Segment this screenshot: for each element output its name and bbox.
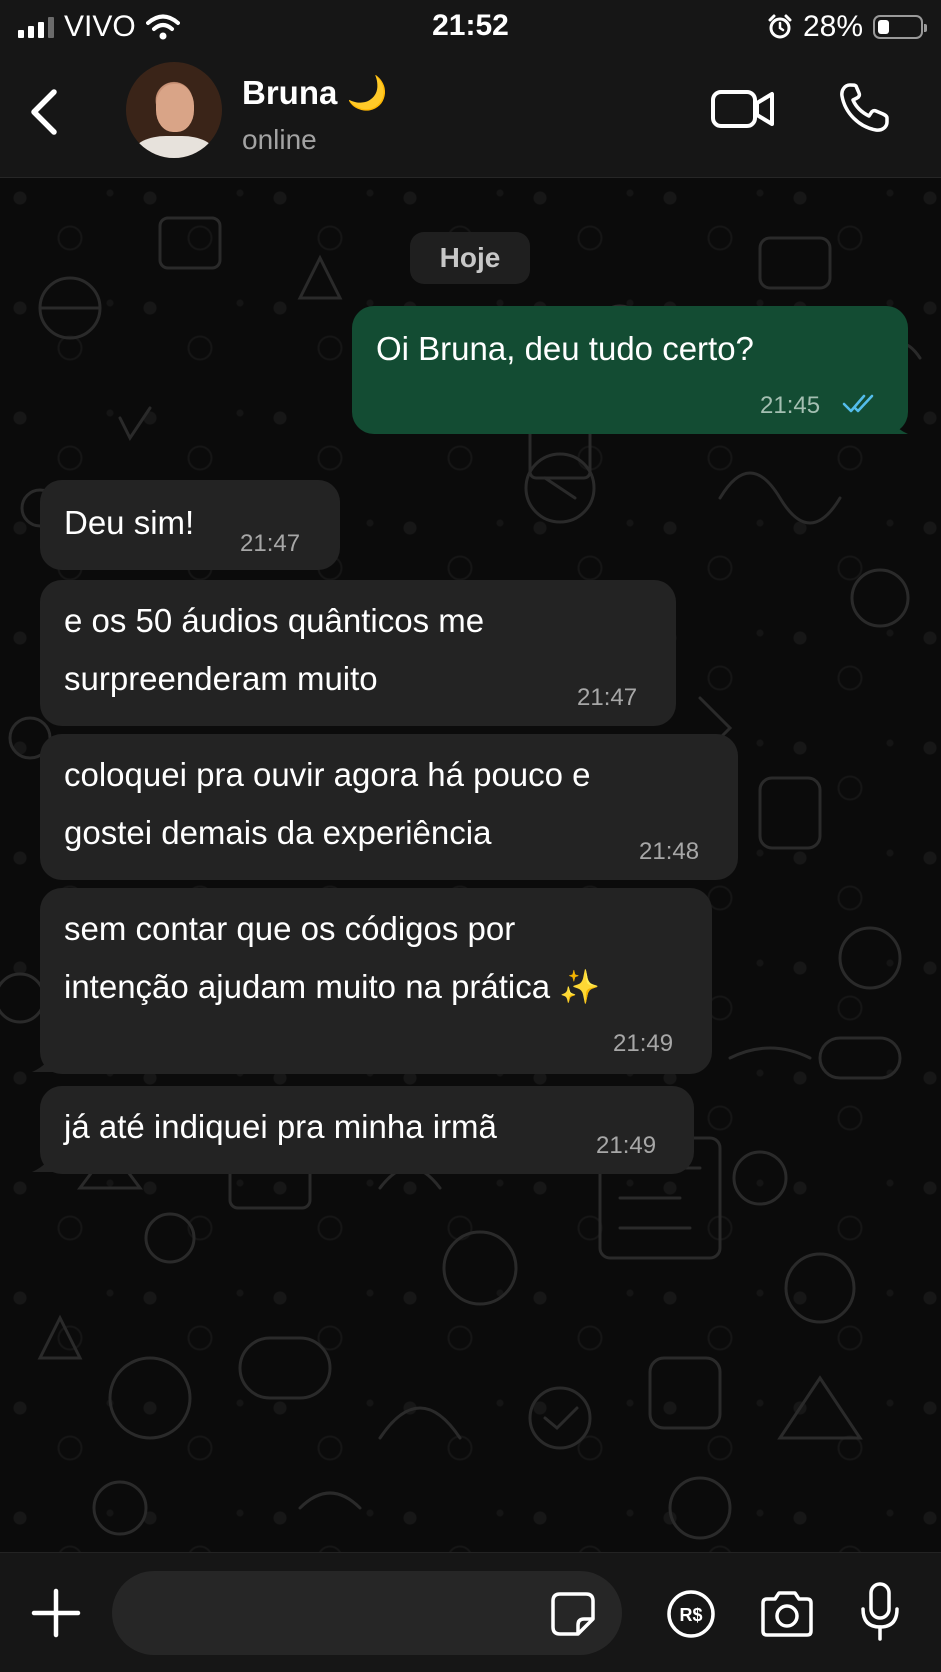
incoming-bubble-tail <box>32 1144 60 1172</box>
svg-text:R$: R$ <box>679 1605 702 1625</box>
message-bubble-incoming[interactable]: sem contar que os códigos por intenção a… <box>40 888 712 1074</box>
message-time: 21:49 <box>613 1030 674 1057</box>
message-text-line: sem contar que os códigos por <box>64 910 516 947</box>
chat-area[interactable]: Hoje Oi Bruna, deu tudo certo? 21:45 Deu… <box>0 178 941 1552</box>
message-text-line: e os 50 áudios quânticos me <box>64 602 485 639</box>
message-bubble-incoming[interactable]: coloquei pra ouvir agora há pouco e gost… <box>40 734 738 880</box>
message-composer: R$ <box>0 1552 941 1672</box>
status-bar: VIVO 21:52 28% <box>0 0 941 52</box>
message-text-line: gostei demais da experiência <box>64 814 492 851</box>
sticker-icon[interactable] <box>550 1591 596 1637</box>
status-right: 28% <box>767 10 927 44</box>
message-text-line: surpreenderam muito <box>64 660 378 697</box>
chevron-left-icon[interactable] <box>18 82 74 142</box>
contact-name[interactable]: Bruna 🌙 <box>242 74 388 113</box>
phone-icon[interactable] <box>836 80 892 136</box>
contact-status: online <box>242 124 317 155</box>
video-camera-icon[interactable] <box>710 84 776 134</box>
battery-icon <box>873 15 927 39</box>
message-bubble-outgoing[interactable]: Oi Bruna, deu tudo certo? 21:45 <box>352 306 908 434</box>
payment-icon[interactable]: R$ <box>666 1589 716 1639</box>
battery-percentage: 28% <box>802 10 863 43</box>
message-time: 21:47 <box>240 530 301 557</box>
message-time: 21:49 <box>596 1132 657 1159</box>
message-time: 21:47 <box>577 684 638 711</box>
message-text: já até indiquei pra minha irmã <box>64 1108 497 1145</box>
message-text: Oi Bruna, deu tudo certo? <box>376 330 754 367</box>
message-text-line: coloquei pra ouvir agora há pouco e <box>64 756 591 793</box>
message-input[interactable] <box>112 1571 622 1655</box>
plus-icon[interactable] <box>28 1585 84 1641</box>
chat-header: Bruna 🌙 online <box>0 52 941 178</box>
message-bubble-incoming[interactable]: Deu sim! 21:47 <box>40 480 340 570</box>
message-time: 21:48 <box>639 838 700 865</box>
camera-icon[interactable] <box>758 1589 816 1639</box>
alarm-icon <box>768 14 792 39</box>
double-check-read-icon <box>842 394 874 413</box>
message-bubble-incoming[interactable]: já até indiquei pra minha irmã 21:49 <box>40 1086 694 1174</box>
message-time: 21:45 <box>760 392 821 419</box>
avatar[interactable] <box>126 62 222 158</box>
message-bubble-incoming[interactable]: e os 50 áudios quânticos me surpreendera… <box>40 580 676 726</box>
message-text-line: intenção ajudam muito na prática ✨ <box>64 968 601 1005</box>
message-text: Deu sim! <box>64 504 195 541</box>
date-separator: Hoje <box>410 232 530 284</box>
incoming-bubble-tail <box>32 1044 60 1072</box>
microphone-icon[interactable] <box>858 1581 902 1643</box>
